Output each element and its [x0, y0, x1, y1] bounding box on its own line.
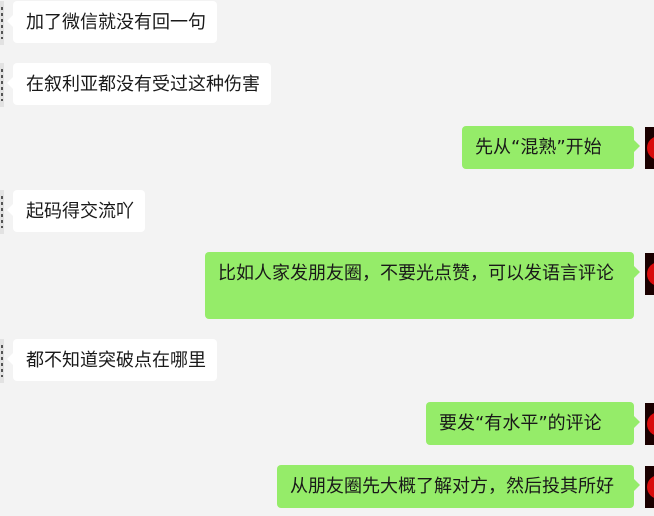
user-avatar[interactable]	[645, 403, 654, 445]
incoming-message-bubble[interactable]: 在叙利亚都没有受过这种伤害	[7, 63, 271, 105]
message-text: 起码得交流吖	[26, 201, 134, 222]
outgoing-message-bubble[interactable]: 从朋友圈先大概了解对方，然后投其所好	[277, 465, 640, 508]
user-avatar[interactable]	[645, 127, 654, 169]
incoming-message-bubble[interactable]: 起码得交流吖	[7, 190, 145, 232]
user-avatar[interactable]	[645, 253, 654, 295]
chat-message-area[interactable]: 加了微信就没有回一句 在叙利亚都没有受过这种伤害 先从“混熟”开始 起码得交流吖…	[0, 0, 654, 516]
contact-avatar[interactable]	[0, 190, 4, 234]
contact-avatar[interactable]	[0, 339, 4, 383]
outgoing-message-bubble[interactable]: 先从“混熟”开始	[462, 126, 640, 169]
message-text: 先从“混熟”开始	[475, 137, 602, 158]
outgoing-message-bubble[interactable]: 比如人家发朋友圈，不要光点赞，可以发语言评论	[205, 252, 640, 319]
incoming-message-bubble[interactable]: 都不知道突破点在哪里	[7, 339, 217, 381]
contact-avatar[interactable]	[0, 63, 4, 107]
incoming-message-bubble[interactable]: 加了微信就没有回一句	[7, 1, 217, 43]
message-text: 在叙利亚都没有受过这种伤害	[26, 74, 260, 95]
user-avatar[interactable]	[645, 466, 654, 508]
message-text: 要发“有水平”的评论	[439, 413, 602, 434]
outgoing-message-bubble[interactable]: 要发“有水平”的评论	[426, 402, 640, 445]
message-text: 比如人家发朋友圈，不要光点赞，可以发语言评论	[218, 263, 614, 284]
message-text: 从朋友圈先大概了解对方，然后投其所好	[290, 476, 614, 497]
message-text: 加了微信就没有回一句	[26, 12, 206, 33]
message-text: 都不知道突破点在哪里	[26, 350, 206, 371]
contact-avatar[interactable]	[0, 1, 4, 45]
